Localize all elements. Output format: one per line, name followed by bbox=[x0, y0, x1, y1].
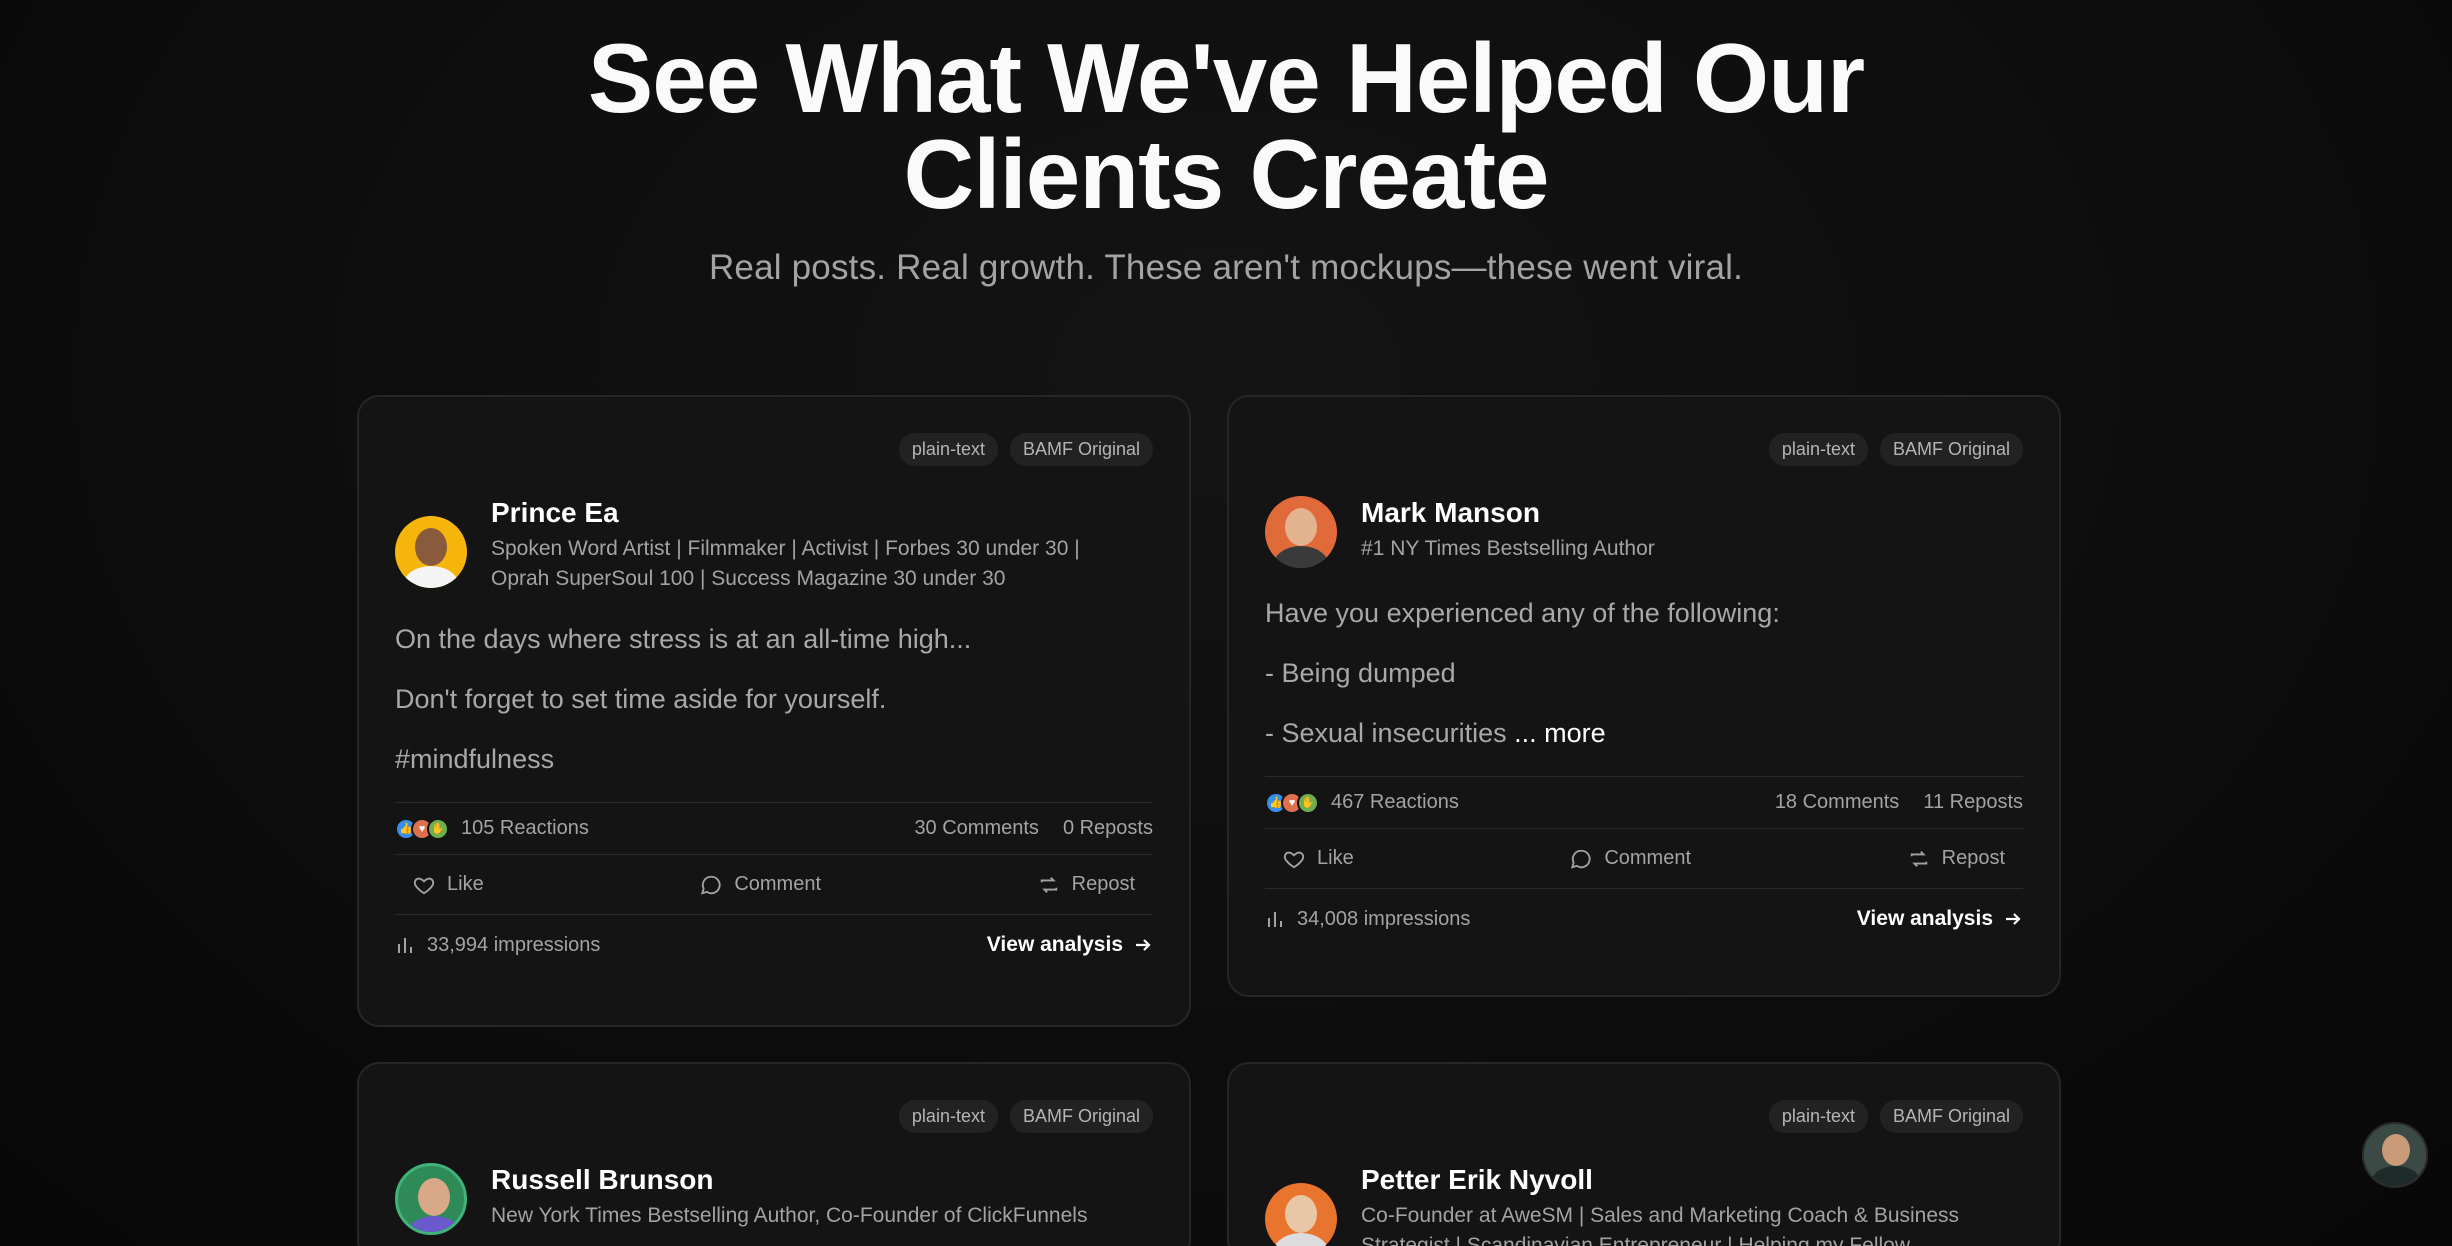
repost-icon bbox=[1910, 850, 1927, 867]
chat-widget-button[interactable] bbox=[2362, 1122, 2428, 1188]
post-line: On the days where stress is at an all-ti… bbox=[395, 624, 972, 654]
author-block: Mark Manson #1 NY Times Bestselling Auth… bbox=[1265, 496, 2023, 568]
comments-count[interactable]: 30 Comments bbox=[914, 817, 1039, 840]
tag-plain-text: plain-text bbox=[1768, 433, 1868, 466]
post-line: Have you experienced any of the followin… bbox=[1265, 598, 1780, 628]
tag-list: plain-text BAMF Original bbox=[395, 433, 1153, 466]
impressions-count: 34,008 impressions bbox=[1297, 907, 1471, 930]
tag-plain-text: plain-text bbox=[898, 1100, 998, 1133]
post-card: plain-text BAMF Original Petter Erik Nyv… bbox=[1227, 1062, 2061, 1246]
author-name: Petter Erik Nyvoll bbox=[1361, 1164, 1593, 1195]
action-bar: Like Comment Repost bbox=[1265, 828, 2023, 888]
author-headline: #1 NY Times Bestselling Author bbox=[1361, 537, 1655, 560]
chat-avatar-icon bbox=[2382, 1134, 2410, 1166]
repost-icon bbox=[1040, 876, 1057, 893]
avatar bbox=[1265, 496, 1337, 568]
post-body: Have you experienced any of the followin… bbox=[1265, 596, 2023, 750]
arrow-right-icon bbox=[2006, 913, 2021, 925]
page-title: See What We've Helped Our Clients Create bbox=[587, 23, 1865, 229]
hero-section: See What We've Helped Our Clients Create… bbox=[0, 23, 2452, 288]
post-line: - Being dumped bbox=[1265, 658, 1456, 688]
engagement-stats: 👍 ♥ ✋ 105 Reactions 30 Comments 0 Repost… bbox=[395, 802, 1153, 854]
tag-plain-text: plain-text bbox=[898, 433, 998, 466]
comment-button[interactable]: Comment bbox=[1570, 847, 1691, 870]
post-line: Don't forget to set time aside for yours… bbox=[395, 684, 887, 714]
tag-list: plain-text BAMF Original bbox=[1265, 433, 2023, 466]
engagement-stats: 👍 ♥ ✋ 467 Reactions 18 Comments 11 Repos… bbox=[1265, 776, 2023, 828]
reactions-count[interactable]: 467 Reactions bbox=[1331, 791, 1459, 814]
repost-button[interactable]: Repost bbox=[1038, 873, 1135, 896]
repost-button[interactable]: Repost bbox=[1908, 847, 2005, 870]
comments-count[interactable]: 18 Comments bbox=[1775, 791, 1900, 814]
post-footer: 33,994 impressions View analysis bbox=[395, 914, 1153, 985]
view-analysis-link[interactable]: View analysis bbox=[1857, 907, 2023, 931]
action-bar: Like Comment Repost bbox=[395, 854, 1153, 914]
tag-plain-text: plain-text bbox=[1768, 1100, 1868, 1133]
reaction-icons: 👍 ♥ ✋ bbox=[1265, 791, 1319, 814]
author-name: Russell Brunson bbox=[491, 1164, 714, 1195]
reposts-count[interactable]: 11 Reposts bbox=[1923, 791, 2023, 814]
author-headline: Co-Founder at AweSM | Sales and Marketin… bbox=[1361, 1204, 1960, 1246]
avatar bbox=[395, 516, 467, 588]
reactions-count[interactable]: 105 Reactions bbox=[461, 817, 589, 840]
post-card: plain-text BAMF Original Russell Brunson… bbox=[357, 1062, 1191, 1246]
tag-list: plain-text BAMF Original bbox=[395, 1100, 1153, 1133]
tag-bamf-original: BAMF Original bbox=[1879, 1100, 2023, 1133]
like-button[interactable]: Like bbox=[1283, 847, 1354, 870]
view-analysis-link[interactable]: View analysis bbox=[987, 933, 1153, 957]
tag-bamf-original: BAMF Original bbox=[1009, 433, 1153, 466]
tag-list: plain-text BAMF Original bbox=[1265, 1100, 2023, 1133]
reposts-count[interactable]: 0 Reposts bbox=[1063, 817, 1153, 840]
bar-chart-icon bbox=[1268, 912, 1282, 927]
page-subtitle: Real posts. Real growth. These aren't mo… bbox=[708, 248, 1744, 287]
celebrate-reaction-icon: ✋ bbox=[427, 817, 449, 840]
celebrate-reaction-icon: ✋ bbox=[1297, 791, 1319, 814]
tag-bamf-original: BAMF Original bbox=[1879, 433, 2023, 466]
heart-icon bbox=[413, 877, 435, 894]
comment-icon bbox=[1571, 849, 1591, 869]
author-block: Petter Erik Nyvoll Co-Founder at AweSM |… bbox=[1265, 1163, 2023, 1246]
post-footer: 34,008 impressions View analysis bbox=[1265, 888, 2023, 959]
avatar bbox=[395, 1163, 467, 1235]
avatar bbox=[1265, 1183, 1337, 1246]
post-line: #mindfulness bbox=[395, 744, 555, 774]
comment-icon bbox=[701, 875, 721, 895]
bar-chart-icon bbox=[398, 938, 412, 953]
author-block: Prince Ea Spoken Word Artist | Filmmaker… bbox=[395, 496, 1153, 594]
comment-button[interactable]: Comment bbox=[700, 873, 821, 896]
post-body: On the days where stress is at an all-ti… bbox=[395, 622, 1153, 776]
reaction-icons: 👍 ♥ ✋ bbox=[395, 817, 449, 840]
see-more-link[interactable]: ... more bbox=[1514, 718, 1606, 748]
tag-bamf-original: BAMF Original bbox=[1009, 1100, 1153, 1133]
arrow-right-icon bbox=[1136, 939, 1151, 951]
heart-icon bbox=[1283, 851, 1305, 868]
author-headline: Spoken Word Artist | Filmmaker | Activis… bbox=[491, 537, 1080, 590]
author-headline: New York Times Bestselling Author, Co-Fo… bbox=[491, 1204, 1088, 1227]
post-line: - Sexual insecurities ... more bbox=[1265, 718, 1606, 748]
impressions-count: 33,994 impressions bbox=[427, 933, 601, 956]
author-name: Mark Manson bbox=[1361, 497, 1540, 528]
author-block: Russell Brunson New York Times Bestselli… bbox=[395, 1163, 1153, 1235]
post-card: plain-text BAMF Original Mark Manson #1 … bbox=[1227, 395, 2061, 997]
like-button[interactable]: Like bbox=[413, 873, 484, 896]
post-card: plain-text BAMF Original Prince Ea Spoke… bbox=[357, 395, 1191, 1027]
author-name: Prince Ea bbox=[491, 497, 619, 528]
